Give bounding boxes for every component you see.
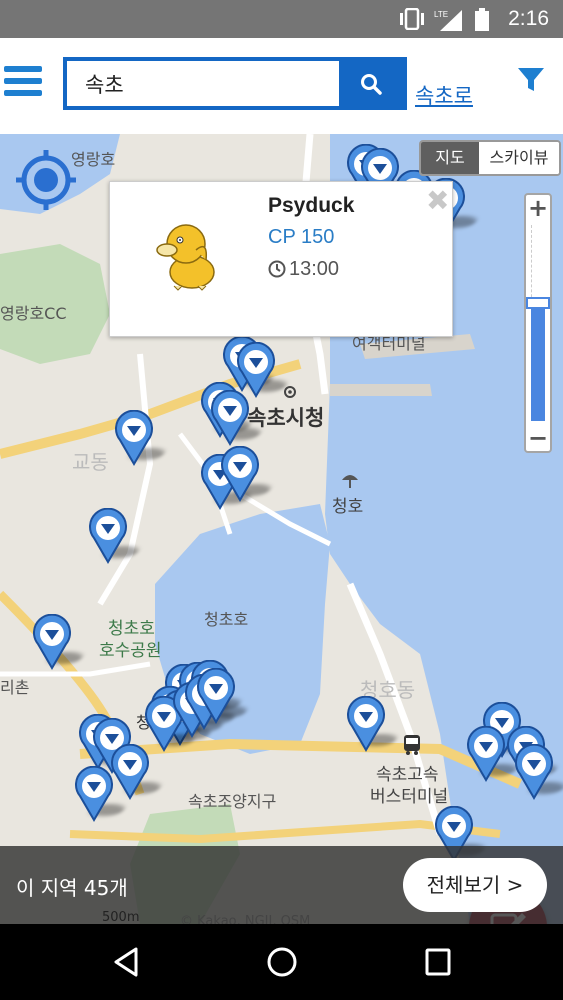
- map-type-toggle: 지도 스카이뷰: [419, 140, 561, 176]
- map-label-park-2: 호수공원: [99, 641, 162, 661]
- map-scale: 500m: [102, 910, 140, 924]
- map-label-cheongho: 청호: [332, 497, 364, 517]
- top-bar: 속초로: [0, 38, 563, 134]
- map-label-terminal-2: 버스터미널: [370, 787, 449, 807]
- home-icon[interactable]: [266, 946, 298, 982]
- pokemon-pin-icon[interactable]: [466, 726, 520, 782]
- ferry-icon: [340, 470, 360, 494]
- pokemon-pin-icon[interactable]: [88, 508, 142, 564]
- status-bar: LTE 2:16: [0, 0, 563, 38]
- pokemon-cp: CP 150: [268, 226, 335, 248]
- search-input[interactable]: [67, 61, 343, 106]
- zoom-out-button[interactable]: −: [526, 425, 550, 451]
- lte-signal-icon: LTE: [434, 8, 464, 36]
- zoom-level-fill: [531, 303, 545, 421]
- battery-icon: [474, 8, 490, 36]
- search-suggestion-link[interactable]: 속초로: [415, 80, 473, 110]
- pokemon-pin-icon[interactable]: [32, 614, 86, 670]
- map-label-golf: 영랑호CC: [0, 304, 67, 323]
- psyduck-sprite-icon: [156, 220, 222, 296]
- popup-close-icon[interactable]: ✖: [426, 187, 449, 215]
- pokemon-pin-icon[interactable]: [196, 668, 250, 724]
- network-label: LTE: [434, 10, 448, 19]
- pokemon-pin-icon[interactable]: [210, 390, 264, 446]
- map-label-resort: 리촌: [0, 678, 30, 697]
- search-box: [63, 57, 407, 110]
- vibrate-icon: [397, 7, 427, 34]
- pokemon-pin-icon[interactable]: [114, 410, 168, 466]
- menu-icon[interactable]: [4, 66, 44, 100]
- zoom-control: + −: [524, 193, 552, 453]
- search-icon: [361, 73, 382, 95]
- pokemon-pin-icon[interactable]: [346, 696, 400, 752]
- map-label-city-hall: 속초시청: [247, 406, 325, 430]
- filter-icon[interactable]: [517, 66, 545, 98]
- pokemon-pin-icon[interactable]: [514, 744, 563, 800]
- area-count: 이 지역 45개: [16, 876, 128, 900]
- clock: 2:16: [508, 7, 549, 30]
- map-view[interactable]: 영랑호 영랑호CC 여객터미널 속초시청 교동 청호 청초호 청초호 호수공원 …: [0, 134, 563, 924]
- map-type-map[interactable]: 지도: [421, 142, 479, 174]
- pokemon-name: Psyduck: [268, 194, 355, 217]
- clock-icon: [268, 260, 286, 282]
- zoom-slider-handle[interactable]: [526, 297, 550, 310]
- pokemon-info-popup: Psyduck CP 150 13:00 ✖: [109, 181, 453, 337]
- pokemon-pin-icon[interactable]: [74, 766, 128, 822]
- map-label-school: 속초조양지구: [188, 792, 277, 811]
- map-type-skyview[interactable]: 스카이뷰: [479, 142, 559, 174]
- map-label-gyo: 교동: [72, 450, 109, 474]
- pokemon-despawn-time: 13:00: [289, 258, 340, 280]
- map-copyright: © Kakao, NGII, OSM: [180, 914, 311, 924]
- map-label-cheongchoho: 청초호: [204, 610, 249, 629]
- recents-icon[interactable]: [424, 946, 452, 982]
- back-icon[interactable]: [112, 946, 140, 982]
- bus-icon: [402, 734, 422, 760]
- search-button[interactable]: [339, 61, 403, 106]
- locate-me-icon[interactable]: [14, 148, 78, 212]
- bottom-info-bar: 이 지역 45개 전체보기 >: [0, 846, 563, 924]
- zoom-in-button[interactable]: +: [526, 195, 550, 221]
- pokemon-pin-icon[interactable]: [110, 744, 164, 800]
- view-all-button[interactable]: 전체보기 >: [403, 858, 547, 912]
- pokemon-pin-icon[interactable]: [220, 446, 274, 502]
- android-nav-bar: [0, 924, 563, 1000]
